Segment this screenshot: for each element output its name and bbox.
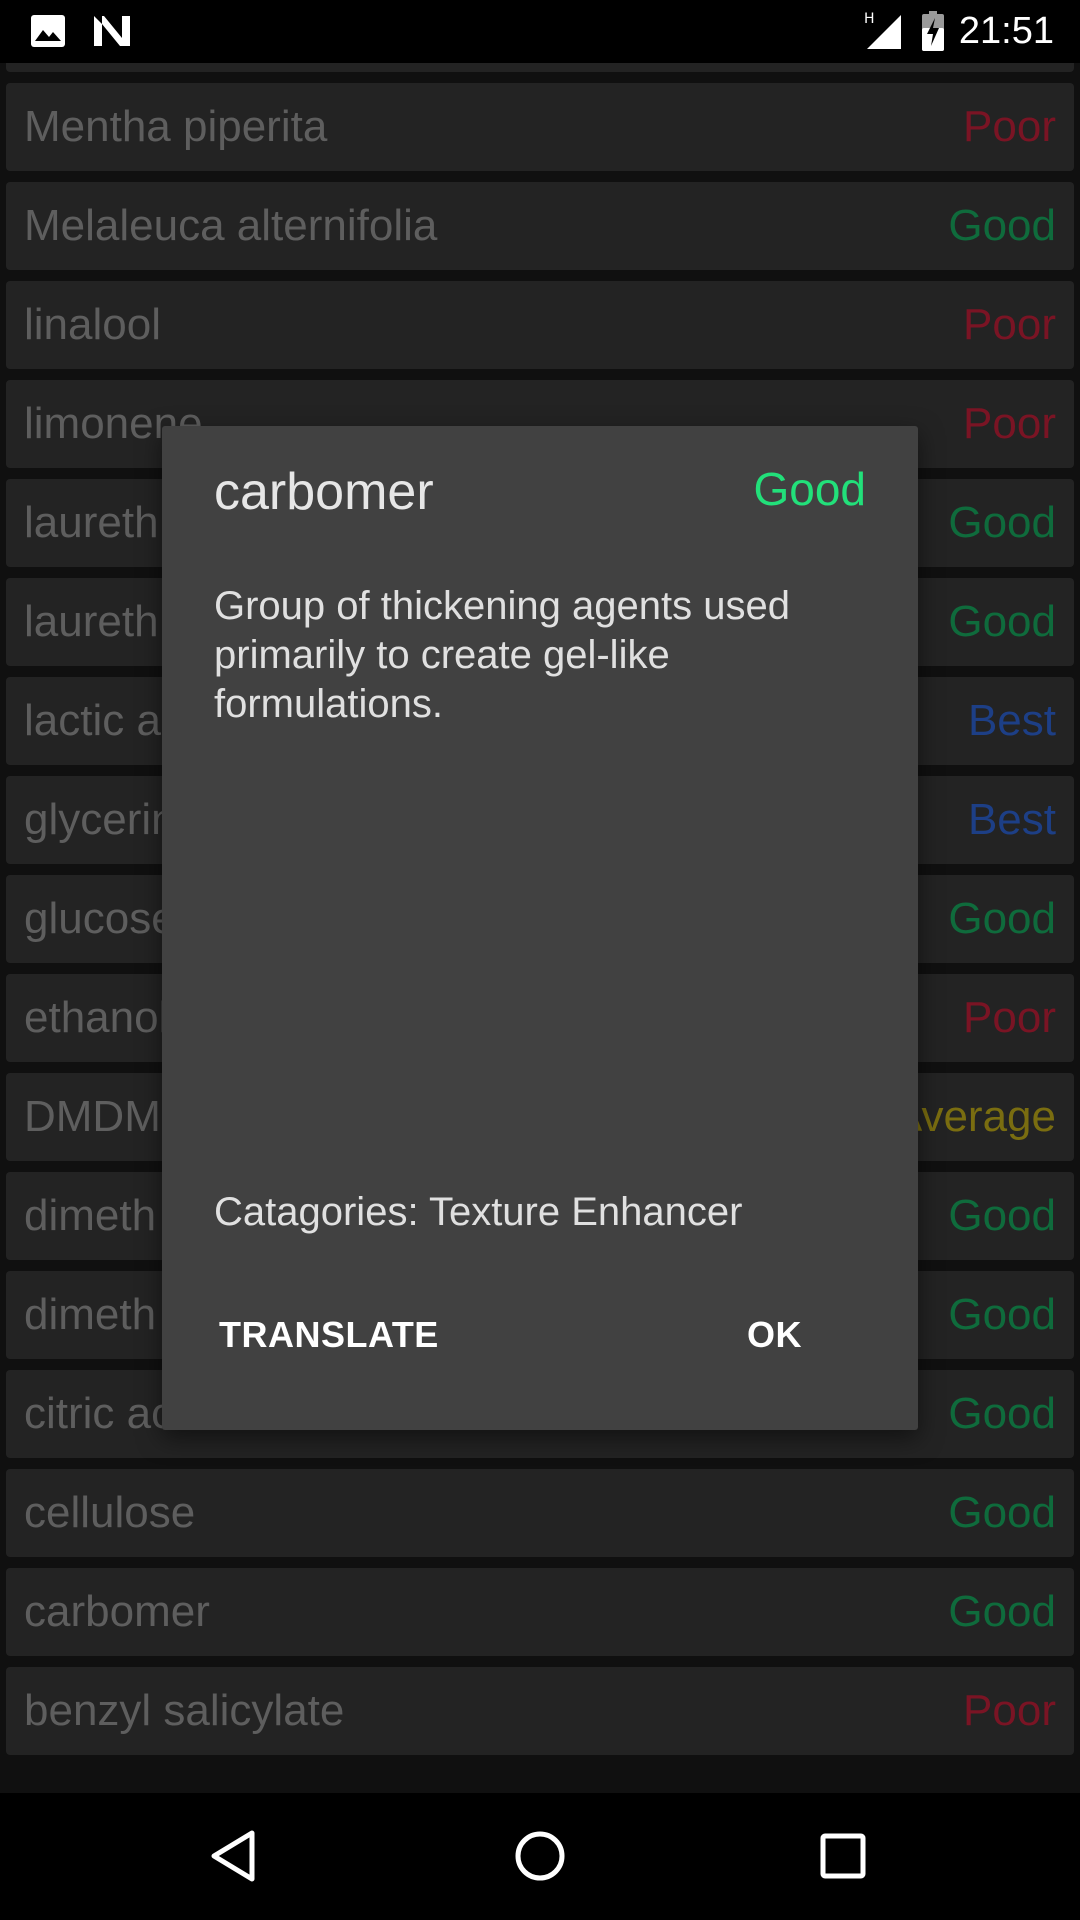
n-app-icon [94,16,130,46]
status-bar: H 21:51 [0,0,1080,63]
ok-button[interactable]: OK [747,1314,802,1356]
status-time: 21:51 [958,10,1054,52]
dialog-rating: Good [753,463,866,515]
app-screen: H 21:51 methiconeGoodMentha piperitaPoor… [0,0,1080,1920]
recents-icon[interactable] [810,1823,876,1889]
navigation-bar [0,1793,1080,1920]
signal-icon: H [864,11,901,49]
translate-button[interactable]: TRANSLATE [219,1314,439,1356]
image-icon [31,15,65,47]
home-icon[interactable] [507,1823,573,1889]
battery-charging-icon [921,11,944,51]
dialog-categories: Catagories: Texture Enhancer [214,1190,743,1234]
dialog-description: Group of thickening agents used primaril… [214,584,790,726]
dialog-title: carbomer [214,463,434,521]
back-icon[interactable] [202,1823,268,1889]
network-type-label: H [864,11,875,27]
ingredient-dialog: carbomer Good Group of thickening agents… [162,426,918,1430]
